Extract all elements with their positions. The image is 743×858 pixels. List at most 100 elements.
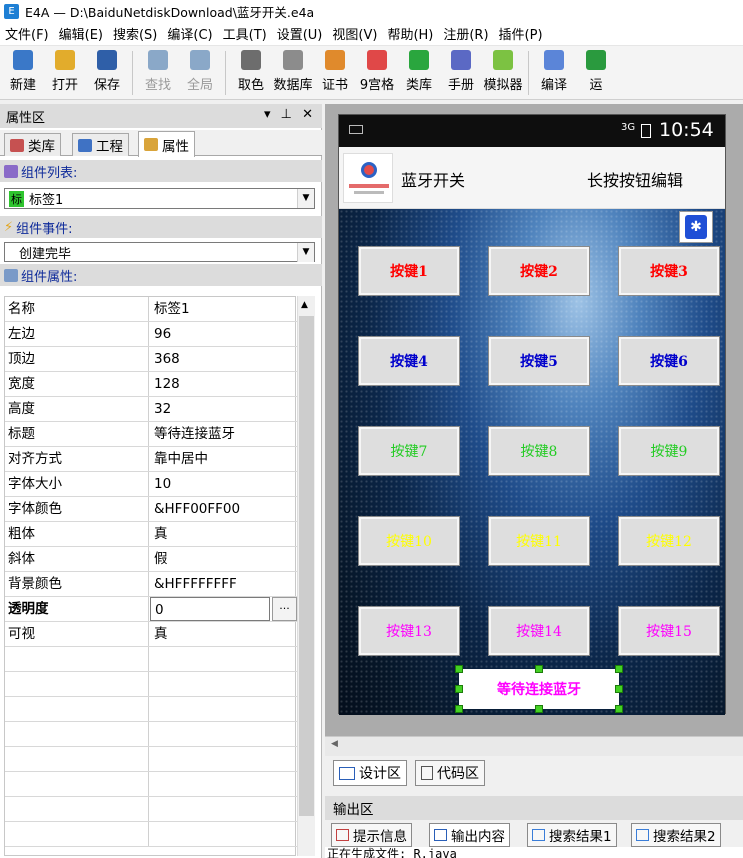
selection-handle[interactable] [455, 685, 463, 693]
property-value[interactable]: 标签1 [150, 297, 297, 321]
ellipsis-button[interactable]: ··· [272, 597, 297, 621]
menu-item-1[interactable]: 编辑(E) [54, 24, 108, 43]
tab-output-content[interactable]: 输出内容 [429, 823, 510, 847]
menu-item-8[interactable]: 注册(R) [438, 24, 493, 43]
selection-handle[interactable] [615, 705, 623, 713]
property-row[interactable]: 对齐方式 靠中居中 [5, 447, 297, 472]
selection-handle[interactable] [535, 665, 543, 673]
key-button-9[interactable]: 按键9 [619, 427, 719, 475]
toolbar-button-5[interactable]: 取色 [230, 46, 272, 98]
property-value[interactable] [150, 747, 297, 771]
selection-handle[interactable] [615, 665, 623, 673]
property-value[interactable]: 0 [150, 597, 270, 621]
property-row[interactable]: 斜体假 [5, 547, 297, 572]
toolbar-button-2[interactable]: 保存 [86, 46, 128, 98]
tab-hint-info[interactable]: 提示信息 [331, 823, 412, 847]
key-button-11[interactable]: 按键11 [489, 517, 589, 565]
key-button-6[interactable]: 按键6 [619, 337, 719, 385]
menu-item-9[interactable]: 插件(P) [494, 24, 548, 43]
property-value[interactable] [150, 647, 297, 671]
menu-item-7[interactable]: 帮助(H) [382, 24, 438, 43]
property-value[interactable]: 靠中居中 [150, 447, 297, 471]
property-value[interactable]: 368 [150, 347, 297, 371]
tab-search-results-2[interactable]: 搜索结果2 [631, 823, 721, 847]
chevron-down-icon[interactable]: ▼ [297, 189, 314, 208]
property-row[interactable]: 背景颜色 &HFFFFFFFF [5, 572, 297, 597]
menu-item-0[interactable]: 文件(F) [0, 24, 54, 43]
property-value[interactable]: 32 [150, 397, 297, 421]
tab-search-results-1[interactable]: 搜索结果1 [527, 823, 617, 847]
status-label[interactable]: 等待连接蓝牙 [459, 669, 619, 709]
property-row[interactable]: 左边 96 [5, 322, 297, 347]
property-value[interactable]: 96 [150, 322, 297, 346]
property-value[interactable] [150, 672, 297, 696]
toolbar-button-10[interactable]: 手册 [440, 46, 482, 98]
property-row[interactable]: 顶边 368 [5, 347, 297, 372]
property-value[interactable] [150, 722, 297, 746]
property-value[interactable] [150, 697, 297, 721]
key-button-13[interactable]: 按键13 [359, 607, 459, 655]
key-button-10[interactable]: 按键10 [359, 517, 459, 565]
property-row[interactable]: 名称 标签1 [5, 297, 297, 322]
selection-handle[interactable] [615, 685, 623, 693]
scrollbar-thumb[interactable] [299, 316, 314, 816]
selection-handle[interactable] [455, 665, 463, 673]
property-row[interactable]: ··· 透明度 0 [5, 597, 297, 622]
property-row[interactable]: 高度 32 [5, 397, 297, 422]
key-button-4[interactable]: 按键4 [359, 337, 459, 385]
property-row[interactable]: 粗体真 [5, 522, 297, 547]
key-button-12[interactable]: 按键12 [619, 517, 719, 565]
property-value[interactable]: 真 [150, 622, 297, 646]
key-button-5[interactable]: 按键5 [489, 337, 589, 385]
scroll-up-icon[interactable]: ▲ [301, 300, 308, 310]
property-value[interactable]: 128 [150, 372, 297, 396]
tab-project[interactable]: 工程 [72, 133, 129, 156]
property-value[interactable]: &HFFFFFFFF [150, 572, 297, 596]
property-row[interactable]: 可视真 [5, 622, 297, 647]
key-button-3[interactable]: 按键3 [619, 247, 719, 295]
key-button-14[interactable]: 按键14 [489, 607, 589, 655]
property-value[interactable] [150, 797, 297, 821]
property-grid-scrollbar[interactable]: ▲ [297, 296, 315, 856]
property-row[interactable]: 字体大小 10 [5, 472, 297, 497]
scroll-left-icon[interactable]: ◀ [331, 739, 338, 749]
key-button-15[interactable]: 按键15 [619, 607, 719, 655]
toolbar-button-12[interactable]: 编译 [533, 46, 575, 98]
toolbar-button-3[interactable]: 查找 [137, 46, 179, 98]
design-horizontal-scrollbar[interactable]: ◀ [325, 736, 743, 756]
tab-properties[interactable]: 属性 [138, 131, 195, 157]
tab-code[interactable]: 代码区 [415, 760, 485, 786]
toolbar-button-13[interactable]: 运 [575, 46, 617, 98]
menu-item-2[interactable]: 搜索(S) [108, 24, 162, 43]
key-button-1[interactable]: 按键1 [359, 247, 459, 295]
key-button-2[interactable]: 按键2 [489, 247, 589, 295]
property-value[interactable]: 等待连接蓝牙 [150, 422, 297, 446]
menu-item-4[interactable]: 工具(T) [218, 24, 272, 43]
property-value[interactable]: 真 [150, 522, 297, 546]
toolbar-button-8[interactable]: 9宫格 [356, 46, 398, 98]
toolbar-button-7[interactable]: 证书 [314, 46, 356, 98]
toolbar-button-6[interactable]: 数据库 [272, 46, 314, 98]
property-value[interactable]: 10 [150, 472, 297, 496]
menu-item-6[interactable]: 视图(V) [327, 24, 382, 43]
selection-handle[interactable] [535, 705, 543, 713]
menu-item-3[interactable]: 编译(C) [162, 24, 217, 43]
toolbar-button-4[interactable]: 全局 [179, 46, 221, 98]
toolbar-button-1[interactable]: 打开 [44, 46, 86, 98]
property-value[interactable]: &HFF00FF00 [150, 497, 297, 521]
property-row[interactable]: 标题 等待连接蓝牙 [5, 422, 297, 447]
property-value[interactable] [150, 772, 297, 796]
panel-window-controls[interactable]: ▾ ⊥ ✕ [264, 107, 316, 122]
event-select[interactable]: 创建完毕 ▼ [4, 242, 315, 262]
property-row[interactable]: 字体颜色 &HFF00FF00 [5, 497, 297, 522]
key-button-8[interactable]: 按键8 [489, 427, 589, 475]
toolbar-button-11[interactable]: 模拟器 [482, 46, 524, 98]
property-row[interactable]: 宽度 128 [5, 372, 297, 397]
component-select[interactable]: 标 标签1 ▼ [4, 188, 315, 209]
tab-library[interactable]: 类库 [4, 133, 61, 156]
tab-design[interactable]: 设计区 [333, 760, 407, 786]
chevron-down-icon[interactable]: ▼ [297, 243, 314, 262]
bluetooth-button[interactable]: ✱ [679, 211, 713, 243]
menu-item-5[interactable]: 设置(U) [272, 24, 328, 43]
toolbar-button-0[interactable]: 新建 [2, 46, 44, 98]
